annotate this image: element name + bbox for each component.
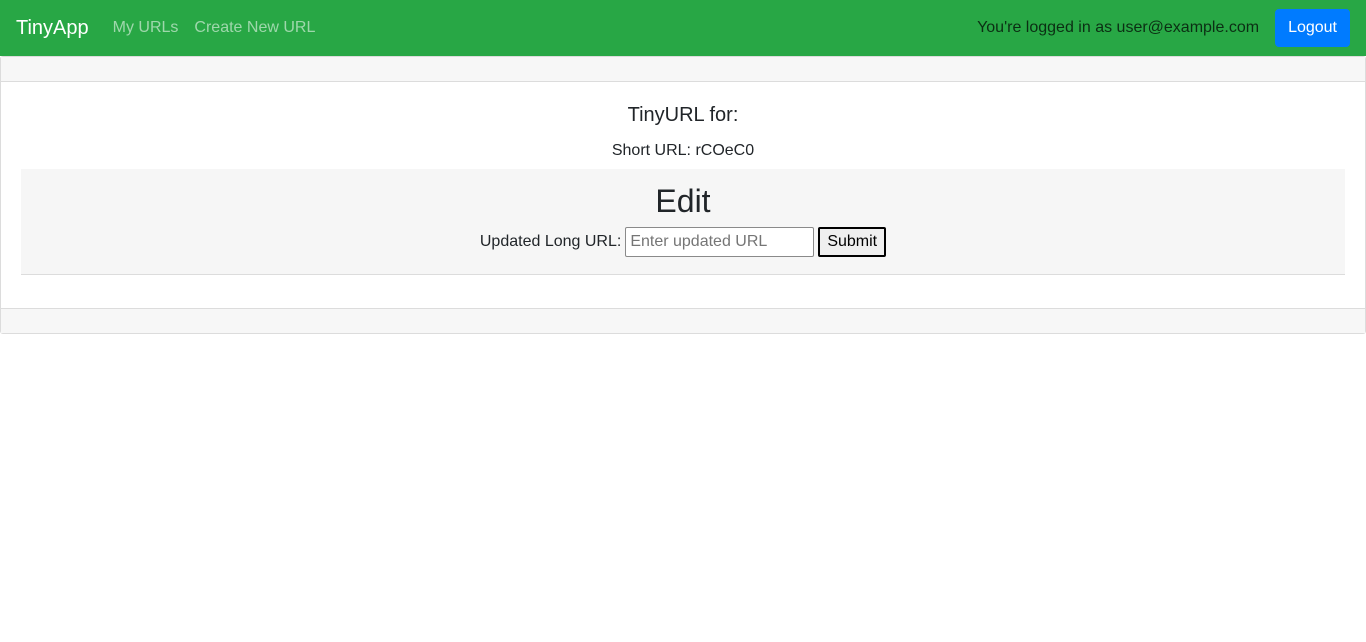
nav-link-create-new-url[interactable]: Create New URL	[194, 19, 315, 37]
brand-link[interactable]: TinyApp	[16, 17, 89, 40]
top-navbar: TinyApp My URLs Create New URL You're lo…	[0, 0, 1366, 56]
submit-button[interactable]: Submit	[818, 227, 887, 257]
short-url-text: Short URL: rCOeC0	[611, 142, 755, 159]
long-url-input[interactable]	[625, 227, 815, 257]
url-card: TinyURL for: Short URL: rCOeC0 Edit Upda…	[0, 56, 1366, 334]
logged-in-status: You're logged in as user@example.com	[977, 19, 1260, 36]
card-header	[1, 57, 1365, 82]
card-body: TinyURL for: Short URL: rCOeC0 Edit Upda…	[1, 82, 1365, 308]
logout-button[interactable]: Logout	[1275, 9, 1350, 47]
card-footer	[1, 308, 1365, 333]
nav-right-group: You're logged in as user@example.com Log…	[977, 9, 1350, 47]
edit-url-form: Updated Long URL: Submit	[21, 227, 1345, 257]
edit-heading: Edit	[655, 183, 711, 219]
long-url-label: Updated Long URL:	[479, 233, 622, 250]
edit-panel: Edit Updated Long URL: Submit	[21, 169, 1345, 275]
page-title: TinyURL for:	[627, 104, 739, 126]
nav-link-my-urls[interactable]: My URLs	[113, 19, 179, 37]
